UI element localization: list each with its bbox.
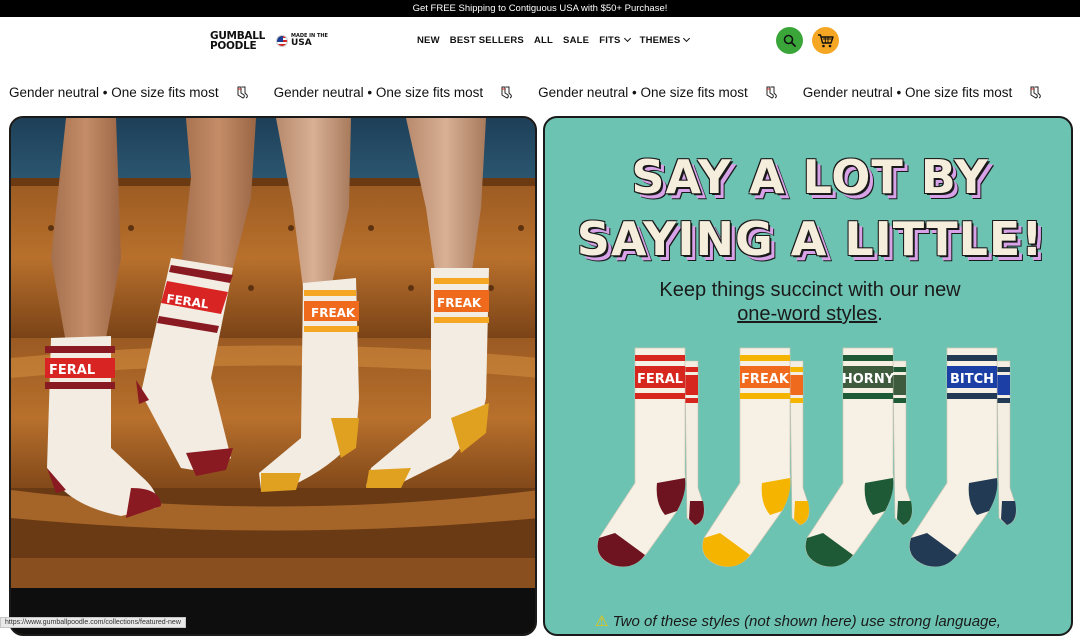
brand-logo[interactable]: GUMBALL POODLE (210, 31, 265, 52)
promo-panel: SAY A LOT BY SAYING A LITTLE! Keep thing… (543, 116, 1073, 636)
sock-icon (1030, 86, 1042, 99)
promo-link-suffix: . (877, 303, 883, 325)
sock-word-label: HORNY (842, 372, 895, 387)
promo-headline-line1: SAY A LOT BY (631, 150, 989, 204)
sock-word-label: FREAK (741, 372, 790, 387)
announcement-text: Get FREE Shipping to Contiguous USA with… (412, 3, 668, 14)
photo-legs-socks: FERAL FERAL FREAK FREAK (11, 118, 535, 634)
made-in-usa-badge: MADE IN THE USA (276, 34, 328, 48)
nav-item-themes[interactable]: THEMES (639, 34, 691, 46)
sock-word-label: BITCH (950, 372, 994, 387)
promo-subtext: Keep things succinct with our new one-wo… (545, 278, 1071, 326)
nav-item-sale[interactable]: SALE (563, 35, 589, 46)
photo-sock-word: FERAL (49, 363, 95, 378)
promo-warning: ⚠ Two of these styles (not shown here) u… (595, 612, 1071, 630)
featured-photo-panel[interactable]: FERAL FERAL FREAK FREAK (9, 116, 537, 636)
warning-icon: ⚠ (595, 613, 609, 630)
feature-marquee: Gender neutral • One size fits most Gend… (0, 80, 1080, 105)
usa-badge-text: MADE IN THE USA (291, 34, 328, 48)
one-word-styles-link[interactable]: one-word styles (737, 303, 877, 325)
photo-sock-word: FREAK (437, 296, 482, 310)
photo-sock-word: FREAK (311, 306, 356, 320)
sock-icon (766, 86, 777, 99)
usa-badge-big: USA (291, 38, 312, 48)
nav-fits-label: FITS (599, 35, 621, 46)
cart-icon (818, 34, 834, 48)
chevron-down-icon (683, 34, 691, 43)
marquee-item: Gender neutral • One size fits most (265, 85, 514, 100)
search-button[interactable] (776, 27, 803, 54)
cart-button[interactable] (812, 27, 839, 54)
sock-product-horny: HORNY (805, 347, 913, 567)
search-icon (783, 34, 796, 47)
status-url-text: https://www.gumballpoodle.com/collection… (5, 619, 181, 626)
sock-lineup: FERAL FREAK HORNY BITCH (597, 347, 1017, 567)
nav-item-new[interactable]: NEW (417, 35, 440, 46)
nav-item-fits[interactable]: FITS (599, 34, 631, 46)
chevron-down-icon (623, 34, 631, 43)
promo-headline-line2: SAYING A LITTLE! (576, 212, 1044, 266)
nav-themes-label: THEMES (639, 35, 681, 46)
main-nav: NEW BEST SELLERS ALL SALE FITS THEMES (417, 34, 691, 46)
announcement-bar: Get FREE Shipping to Contiguous USA with… (0, 0, 1080, 17)
marquee-text: Gender neutral • One size fits most (802, 85, 1013, 100)
sock-product-freak: FREAK (702, 347, 810, 567)
sock-word-label: FERAL (637, 372, 683, 387)
marquee-item: Gender neutral • One size fits most (794, 85, 1043, 100)
marquee-item: Gender neutral • One size fits most (0, 85, 249, 100)
nav-item-best-sellers[interactable]: BEST SELLERS (450, 35, 524, 46)
sock-icon (237, 86, 248, 99)
marquee-text: Gender neutral • One size fits most (273, 85, 484, 100)
sock-icon (501, 86, 512, 99)
sock-product-feral: FERAL (597, 347, 705, 567)
marquee-item: Gender neutral • One size fits most (529, 85, 778, 100)
promo-headline: SAY A LOT BY SAYING A LITTLE! (545, 146, 1071, 270)
us-flag-icon (276, 35, 288, 47)
marquee-text: Gender neutral • One size fits most (9, 85, 219, 100)
site-header: GUMBALL POODLE MADE IN THE USA NEW BEST … (0, 17, 1080, 64)
nav-item-all[interactable]: ALL (534, 35, 553, 46)
promo-subtext-line1: Keep things succinct with our new (659, 279, 961, 301)
browser-status-url: https://www.gumballpoodle.com/collection… (0, 617, 186, 628)
sock-product-bitch: BITCH (909, 347, 1017, 567)
brand-line2: POODLE (210, 40, 257, 52)
marquee-text: Gender neutral • One size fits most (538, 85, 748, 100)
promo-warning-text: Two of these styles (not shown here) use… (612, 613, 1001, 630)
